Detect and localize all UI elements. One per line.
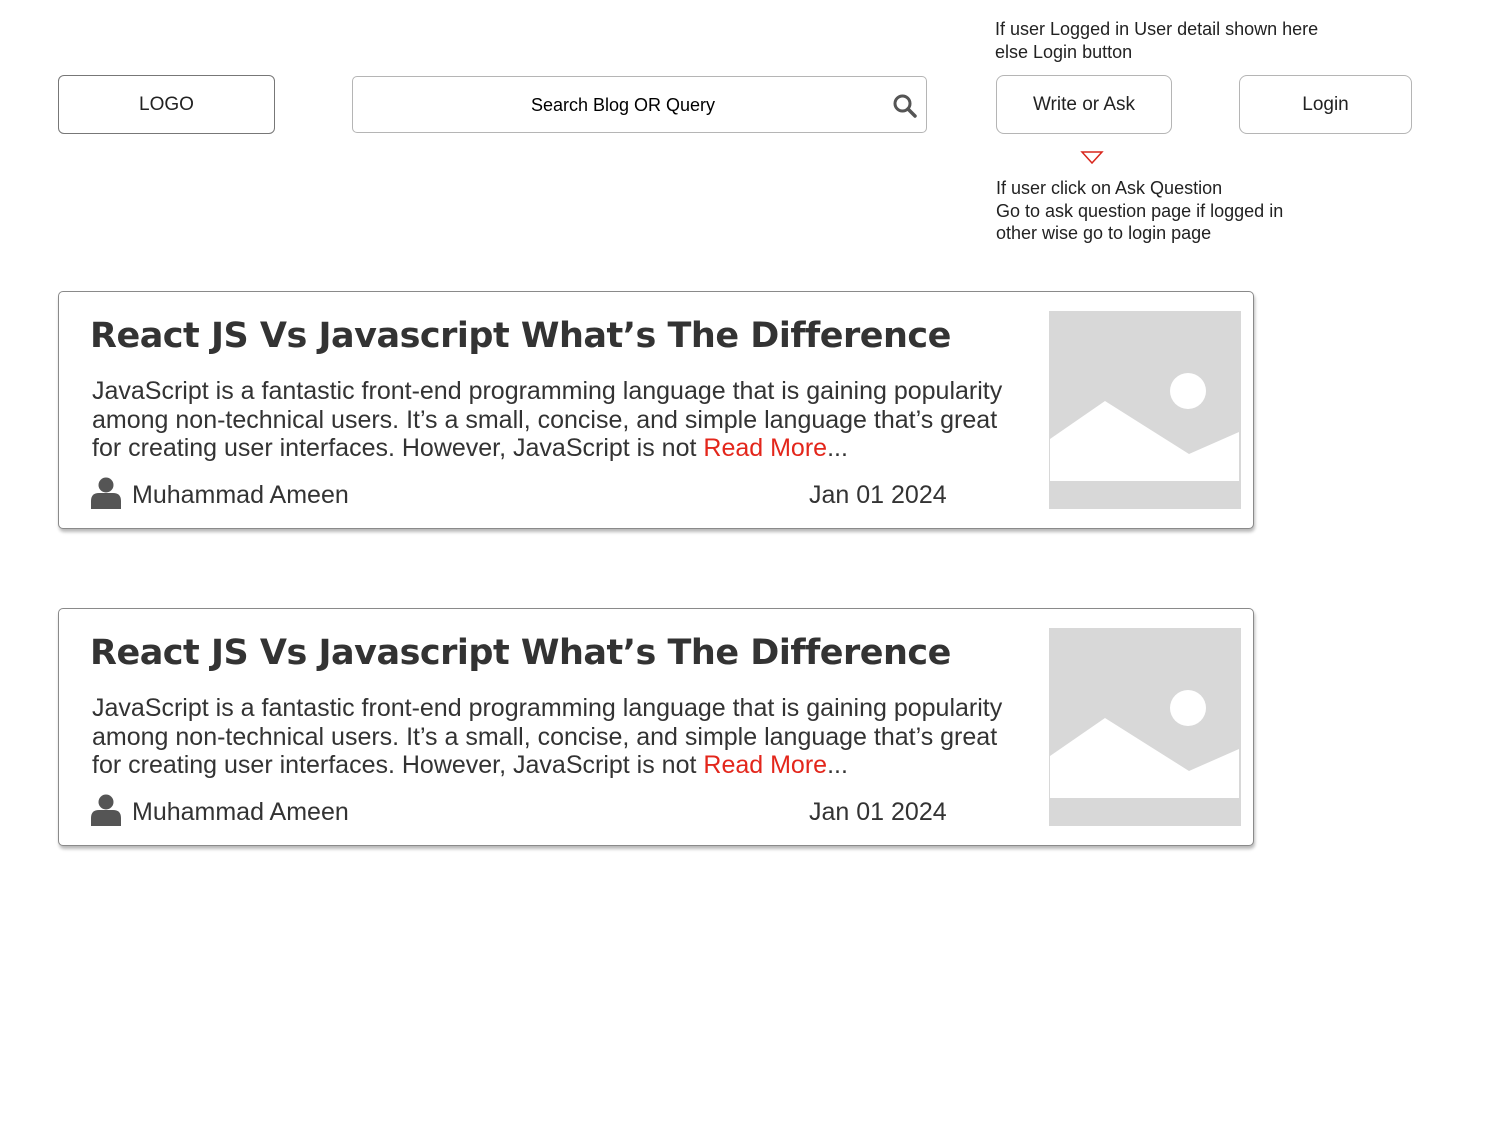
triangle-down-icon — [1080, 151, 1104, 165]
ellipsis: ... — [827, 434, 848, 462]
post-title[interactable]: React JS Vs Javascript What’s The Differ… — [90, 316, 951, 356]
post-title[interactable]: React JS Vs Javascript What’s The Differ… — [90, 633, 951, 673]
read-more-link[interactable]: Read More — [703, 751, 827, 779]
author-name: Muhammad Ameen — [132, 481, 349, 509]
write-or-ask-button[interactable]: Write or Ask — [996, 75, 1172, 134]
excerpt-line: among non-technical users. It’s a small,… — [92, 405, 998, 434]
excerpt-text: for creating user interfaces. However, J… — [92, 434, 704, 462]
image-placeholder-icon — [1049, 628, 1241, 826]
note-line: Go to ask question page if logged in — [996, 200, 1284, 221]
excerpt-line-last: for creating user interfaces. However, J… — [92, 751, 1052, 780]
user-detail-note: If user Logged in User detail shown here… — [995, 18, 1318, 63]
post-excerpt: JavaScript is a fantastic front-end prog… — [92, 694, 1052, 780]
author-name: Muhammad Ameen — [132, 798, 349, 826]
logo[interactable]: LOGO — [58, 75, 275, 134]
excerpt-text: for creating user interfaces. However, J… — [92, 751, 704, 779]
blog-post-card[interactable]: React JS Vs Javascript What’s The Differ… — [58, 608, 1254, 846]
login-button[interactable]: Login — [1239, 75, 1412, 134]
search-placeholder: Search Blog OR Query — [530, 95, 716, 115]
post-date: Jan 01 2024 — [809, 798, 947, 826]
excerpt-line: JavaScript is a fantastic front-end prog… — [92, 377, 1003, 405]
login-label: Login — [1302, 93, 1349, 115]
logo-label: LOGO — [139, 93, 194, 115]
excerpt-line: among non-technical users. It’s a small,… — [92, 722, 998, 751]
note-line: else Login button — [995, 41, 1133, 62]
write-or-ask-label: Write or Ask — [1032, 93, 1136, 115]
note-line: other wise go to login page — [996, 223, 1212, 243]
note-line: If user click on Ask Question — [996, 178, 1223, 198]
search-input[interactable]: Search Blog OR Query — [352, 76, 927, 133]
user-icon — [91, 477, 121, 509]
ask-question-note: If user click on Ask Question Go to ask … — [996, 177, 1283, 245]
read-more-link[interactable]: Read More — [703, 434, 827, 462]
ellipsis: ... — [827, 751, 848, 779]
post-date: Jan 01 2024 — [809, 481, 947, 509]
user-icon — [91, 794, 121, 826]
image-placeholder-icon — [1049, 311, 1241, 509]
blog-post-card[interactable]: React JS Vs Javascript What’s The Differ… — [58, 291, 1254, 529]
note-line: If user Logged in User detail shown here — [995, 19, 1319, 39]
post-excerpt: JavaScript is a fantastic front-end prog… — [92, 377, 1052, 463]
search-icon[interactable] — [892, 93, 918, 119]
excerpt-line-last: for creating user interfaces. However, J… — [92, 434, 1052, 463]
excerpt-line: JavaScript is a fantastic front-end prog… — [92, 694, 1003, 722]
